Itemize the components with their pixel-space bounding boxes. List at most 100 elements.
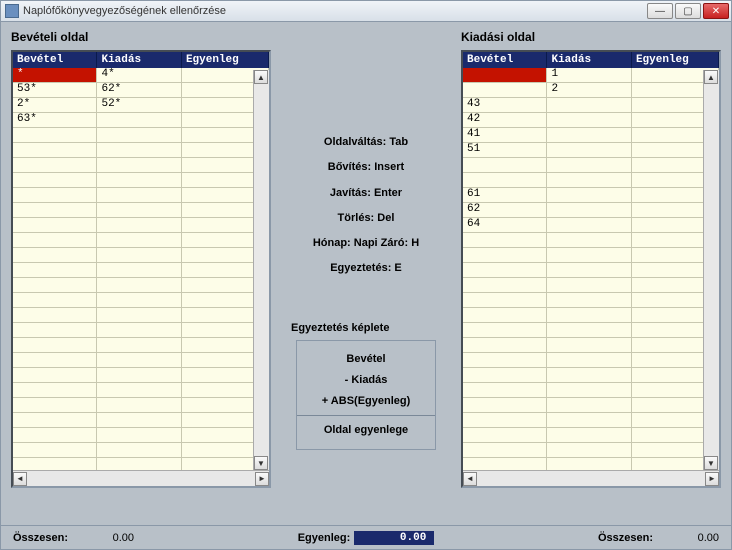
table-row[interactable] — [463, 263, 719, 278]
scroll-down-icon[interactable]: ▼ — [254, 456, 268, 470]
table-row[interactable] — [13, 458, 269, 470]
table-row[interactable] — [13, 218, 269, 233]
table-row[interactable] — [13, 173, 269, 188]
formula-line4: Oldal egyenlege — [307, 420, 425, 441]
formula-box: Bevétel - Kiadás + ABS(Egyenleg) Oldal e… — [296, 340, 436, 451]
hint-page-switch: Oldalváltás: Tab — [313, 130, 419, 155]
hint-delete: Törlés: Del — [313, 206, 419, 231]
formula-divider — [297, 415, 435, 416]
table-row[interactable] — [13, 383, 269, 398]
expense-grid-body[interactable]: 1243424151 616264 — [463, 68, 719, 470]
close-button[interactable]: ✕ — [703, 3, 729, 19]
table-row[interactable]: 53*62* — [13, 83, 269, 98]
table-row[interactable] — [13, 338, 269, 353]
expense-header-kiadas: Kiadás — [547, 52, 631, 68]
table-row[interactable] — [13, 278, 269, 293]
scroll-left-icon[interactable]: ◄ — [13, 472, 27, 486]
window-buttons: — ▢ ✕ — [647, 3, 729, 19]
table-row[interactable]: *4* — [13, 68, 269, 83]
table-row[interactable] — [463, 323, 719, 338]
table-row[interactable]: 64 — [463, 218, 719, 233]
hint-month-close: Hónap: Napi Záró: H — [313, 231, 419, 256]
income-scrollbar-v[interactable]: ▲ ▼ — [253, 70, 269, 470]
table-row[interactable] — [13, 413, 269, 428]
table-row[interactable] — [13, 353, 269, 368]
table-row[interactable] — [13, 308, 269, 323]
expense-header-egyenleg: Egyenleg — [632, 52, 719, 68]
scroll-right-icon[interactable]: ► — [705, 472, 719, 486]
expense-grid[interactable]: Bevétel Kiadás Egyenleg 1243424151 616264… — [461, 50, 721, 488]
footer-bar: Összesen: 0.00 Egyenleg: 0.00 Összesen: … — [1, 525, 731, 549]
expense-panel-title: Kiadási oldal — [461, 30, 721, 44]
table-row[interactable] — [463, 308, 719, 323]
table-row[interactable] — [13, 128, 269, 143]
table-row[interactable] — [463, 293, 719, 308]
table-row[interactable]: 2 — [463, 83, 719, 98]
scroll-up-icon[interactable]: ▲ — [704, 70, 718, 84]
table-row[interactable] — [13, 248, 269, 263]
table-row[interactable] — [463, 233, 719, 248]
app-icon — [5, 4, 19, 18]
table-row[interactable] — [463, 158, 719, 173]
scroll-right-icon[interactable]: ► — [255, 472, 269, 486]
scroll-left-icon[interactable]: ◄ — [463, 472, 477, 486]
table-row[interactable] — [13, 203, 269, 218]
maximize-button[interactable]: ▢ — [675, 3, 701, 19]
table-row[interactable] — [463, 173, 719, 188]
table-row[interactable] — [463, 383, 719, 398]
table-row[interactable] — [13, 158, 269, 173]
income-grid[interactable]: Bevétel Kiadás Egyenleg *4*53*62*2*52*63… — [11, 50, 271, 488]
income-header-bevetel: Bevétel — [13, 52, 97, 68]
hint-expand: Bővítés: Insert — [313, 155, 419, 180]
scroll-up-icon[interactable]: ▲ — [254, 70, 268, 84]
hint-reconcile: Egyeztetés: E — [313, 256, 419, 281]
table-row[interactable] — [13, 188, 269, 203]
window-title: Naplófőkönyvegyezőségének ellenőrzése — [23, 5, 647, 17]
minimize-button[interactable]: — — [647, 3, 673, 19]
table-row[interactable]: 1 — [463, 68, 719, 83]
table-row[interactable]: 63* — [13, 113, 269, 128]
expense-scrollbar-h[interactable]: ◄ ► — [463, 470, 719, 486]
client-area: Bevételi oldal Bevétel Kiadás Egyenleg *… — [0, 22, 732, 550]
income-panel-title: Bevételi oldal — [11, 30, 271, 44]
table-row[interactable] — [463, 398, 719, 413]
table-row[interactable]: 62 — [463, 203, 719, 218]
left-sum-value: 0.00 — [74, 532, 134, 544]
table-row[interactable] — [13, 263, 269, 278]
table-row[interactable] — [463, 338, 719, 353]
table-row[interactable] — [13, 398, 269, 413]
table-row[interactable] — [13, 323, 269, 338]
table-row[interactable] — [13, 233, 269, 248]
income-scrollbar-h[interactable]: ◄ ► — [13, 470, 269, 486]
table-row[interactable]: 42 — [463, 113, 719, 128]
expense-scrollbar-v[interactable]: ▲ ▼ — [703, 70, 719, 470]
table-row[interactable] — [463, 353, 719, 368]
table-row[interactable]: 41 — [463, 128, 719, 143]
table-row[interactable] — [13, 428, 269, 443]
table-row[interactable] — [463, 413, 719, 428]
table-row[interactable]: 51 — [463, 143, 719, 158]
table-row[interactable] — [463, 458, 719, 470]
table-row[interactable] — [13, 293, 269, 308]
table-row[interactable] — [463, 248, 719, 263]
table-row[interactable] — [463, 368, 719, 383]
formula-line3: + ABS(Egyenleg) — [307, 391, 425, 412]
table-row[interactable] — [13, 443, 269, 458]
expense-header-bevetel: Bevétel — [463, 52, 547, 68]
table-row[interactable] — [463, 443, 719, 458]
table-row[interactable] — [463, 278, 719, 293]
scroll-down-icon[interactable]: ▼ — [704, 456, 718, 470]
table-row[interactable] — [13, 368, 269, 383]
main-area: Bevételi oldal Bevétel Kiadás Egyenleg *… — [1, 22, 731, 525]
table-row[interactable]: 61 — [463, 188, 719, 203]
table-row[interactable]: 43 — [463, 98, 719, 113]
table-row[interactable] — [463, 428, 719, 443]
right-sum-value: 0.00 — [659, 532, 719, 544]
table-row[interactable] — [13, 143, 269, 158]
expense-grid-header: Bevétel Kiadás Egyenleg — [463, 52, 719, 68]
hint-edit: Javítás: Enter — [313, 181, 419, 206]
income-grid-body[interactable]: *4*53*62*2*52*63* — [13, 68, 269, 470]
table-row[interactable]: 2*52* — [13, 98, 269, 113]
balance-label: Egyenleg: — [298, 532, 351, 544]
expense-panel: Kiadási oldal Bevétel Kiadás Egyenleg 12… — [461, 30, 721, 521]
